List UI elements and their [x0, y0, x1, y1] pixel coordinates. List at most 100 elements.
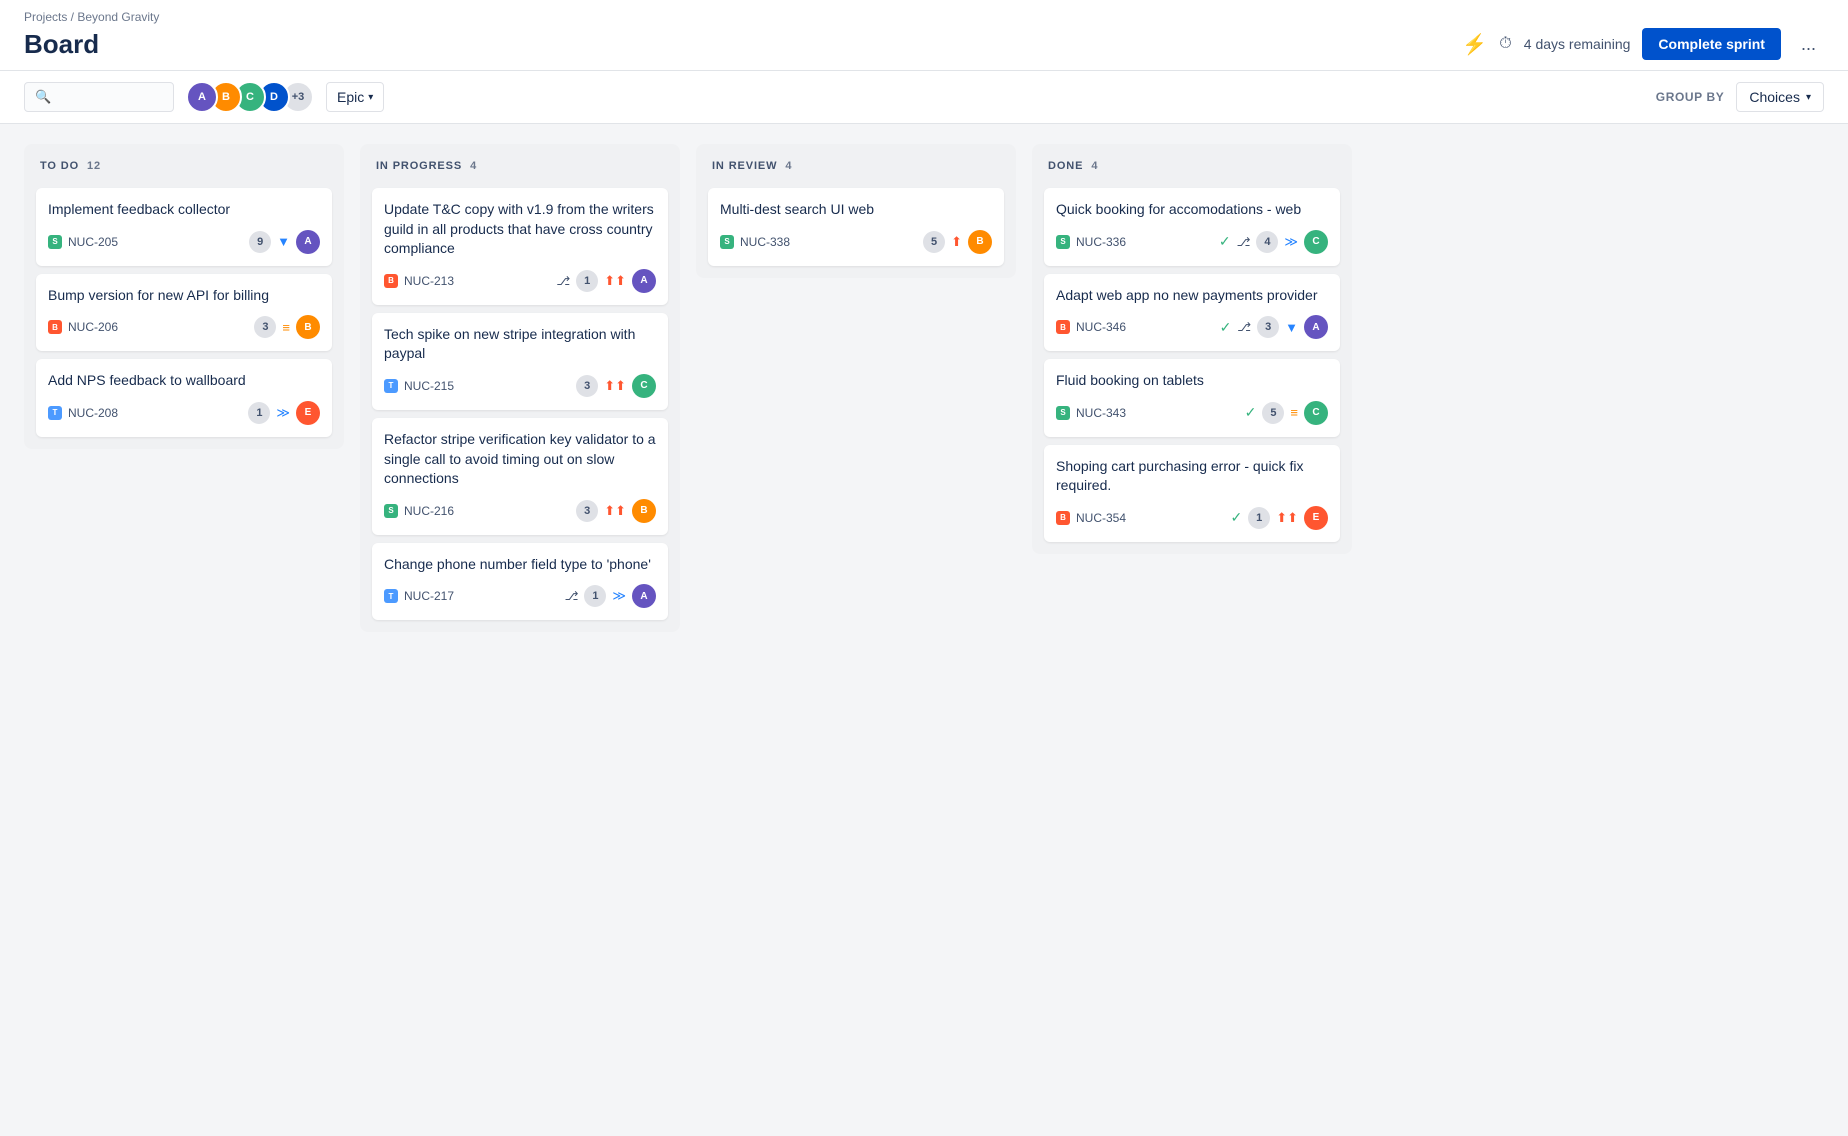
column-count-inprogress: 4	[470, 160, 477, 172]
user-avatar: B	[632, 499, 656, 523]
issue-id: NUC-217	[404, 589, 454, 603]
issue-id: NUC-215	[404, 379, 454, 393]
search-input[interactable]	[57, 89, 163, 105]
count-badge: 3	[576, 500, 598, 522]
card-title: Tech spike on new stripe integration wit…	[384, 325, 656, 364]
card[interactable]: Adapt web app no new payments provider B…	[1044, 274, 1340, 352]
issue-type-icon: T	[48, 406, 62, 420]
card[interactable]: Quick booking for accomodations - web S …	[1044, 188, 1340, 266]
more-options-button[interactable]: ...	[1793, 30, 1824, 59]
priority-icon: ⬆⬆	[604, 378, 626, 394]
branch-icon: ⎇	[1237, 320, 1251, 334]
count-badge: 4	[1256, 231, 1278, 253]
epic-label: Epic	[337, 89, 364, 105]
card-title: Change phone number field type to 'phone…	[384, 555, 656, 575]
card[interactable]: Refactor stripe verification key validat…	[372, 418, 668, 535]
priority-icon: ≫	[276, 405, 290, 421]
column-count-done: 4	[1091, 160, 1098, 172]
check-icon: ✓	[1219, 233, 1231, 250]
column-header: IN PROGRESS 4	[372, 156, 668, 180]
avatar-group: A B C D +3	[186, 81, 314, 113]
page-title: Board	[24, 29, 99, 60]
user-avatar: A	[1304, 315, 1328, 339]
issue-type-icon: B	[48, 320, 62, 334]
avatar[interactable]: A	[186, 81, 218, 113]
branch-icon: ⎇	[556, 274, 570, 288]
card[interactable]: Update T&C copy with v1.9 from the write…	[372, 188, 668, 305]
card-title: Multi-dest search UI web	[720, 200, 992, 220]
card[interactable]: Bump version for new API for billing B N…	[36, 274, 332, 352]
column-header: TO DO 12	[36, 156, 332, 180]
search-icon: 🔍	[35, 89, 51, 105]
column-inprogress: IN PROGRESS 4 Update T&C copy with v1.9 …	[360, 144, 680, 632]
column-title-todo: TO DO	[40, 160, 79, 172]
card[interactable]: Shoping cart purchasing error - quick fi…	[1044, 445, 1340, 542]
card[interactable]: Implement feedback collector S NUC-205 9…	[36, 188, 332, 266]
priority-icon: ▼	[1285, 320, 1298, 335]
issue-id: NUC-338	[740, 235, 790, 249]
card-title: Shoping cart purchasing error - quick fi…	[1056, 457, 1328, 496]
check-icon: ✓	[1245, 404, 1257, 421]
column-header: IN REVIEW 4	[708, 156, 1004, 180]
count-badge: 1	[576, 270, 598, 292]
priority-icon: ≫	[612, 588, 626, 604]
chevron-down-icon: ▾	[368, 92, 373, 103]
card[interactable]: Change phone number field type to 'phone…	[372, 543, 668, 621]
column-inreview: IN REVIEW 4 Multi-dest search UI web S N…	[696, 144, 1016, 278]
issue-type-icon: S	[1056, 235, 1070, 249]
search-box[interactable]: 🔍	[24, 82, 174, 112]
priority-icon: ⬆⬆	[604, 273, 626, 289]
column-title-inreview: IN REVIEW	[712, 160, 777, 172]
priority-icon: ▼	[277, 234, 290, 249]
priority-icon: ⬆⬆	[604, 503, 626, 519]
issue-type-icon: B	[384, 274, 398, 288]
clock-icon: ⏱	[1499, 35, 1511, 53]
card-title: Adapt web app no new payments provider	[1056, 286, 1328, 306]
issue-type-icon: T	[384, 589, 398, 603]
branch-icon: ⎇	[565, 589, 579, 603]
count-badge: 1	[248, 402, 270, 424]
branch-icon: ⎇	[1237, 235, 1251, 249]
card-title: Refactor stripe verification key validat…	[384, 430, 656, 489]
priority-icon: ≫	[1284, 234, 1298, 250]
priority-icon: ⬆	[951, 234, 962, 250]
issue-id: NUC-343	[1076, 406, 1126, 420]
sprint-days: 4 days remaining	[1524, 36, 1631, 52]
complete-sprint-button[interactable]: Complete sprint	[1642, 28, 1781, 60]
breadcrumb: Projects / Beyond Gravity	[24, 10, 1824, 24]
card-title: Fluid booking on tablets	[1056, 371, 1328, 391]
epic-filter[interactable]: Epic ▾	[326, 82, 384, 112]
user-avatar: E	[296, 401, 320, 425]
issue-id: NUC-213	[404, 274, 454, 288]
issue-type-icon: B	[1056, 320, 1070, 334]
card-title: Implement feedback collector	[48, 200, 320, 220]
user-avatar: C	[632, 374, 656, 398]
card[interactable]: Multi-dest search UI web S NUC-338 5 ⬆ B	[708, 188, 1004, 266]
user-avatar: A	[632, 584, 656, 608]
issue-type-icon: S	[720, 235, 734, 249]
column-title-inprogress: IN PROGRESS	[376, 160, 462, 172]
choices-label: Choices	[1749, 89, 1800, 105]
user-avatar: A	[632, 269, 656, 293]
count-badge: 5	[923, 231, 945, 253]
priority-icon: ≡	[1290, 405, 1298, 420]
group-by-label: GROUP BY	[1656, 90, 1725, 104]
user-avatar: E	[1304, 506, 1328, 530]
user-avatar: C	[1304, 230, 1328, 254]
card-title: Update T&C copy with v1.9 from the write…	[384, 200, 656, 259]
count-badge: 9	[249, 231, 271, 253]
count-badge: 3	[576, 375, 598, 397]
issue-id: NUC-354	[1076, 511, 1126, 525]
card[interactable]: Add NPS feedback to wallboard T NUC-208 …	[36, 359, 332, 437]
card[interactable]: Fluid booking on tablets S NUC-343 ✓ 5 ≡…	[1044, 359, 1340, 437]
count-badge: 1	[584, 585, 606, 607]
issue-type-icon: S	[1056, 406, 1070, 420]
card-title: Bump version for new API for billing	[48, 286, 320, 306]
board: TO DO 12 Implement feedback collector S …	[0, 124, 1848, 1075]
choices-dropdown[interactable]: Choices ▾	[1736, 82, 1824, 112]
card[interactable]: Tech spike on new stripe integration wit…	[372, 313, 668, 410]
card-title: Add NPS feedback to wallboard	[48, 371, 320, 391]
priority-icon: ≡	[282, 320, 290, 335]
issue-type-icon: T	[384, 379, 398, 393]
column-count-todo: 12	[87, 160, 101, 172]
